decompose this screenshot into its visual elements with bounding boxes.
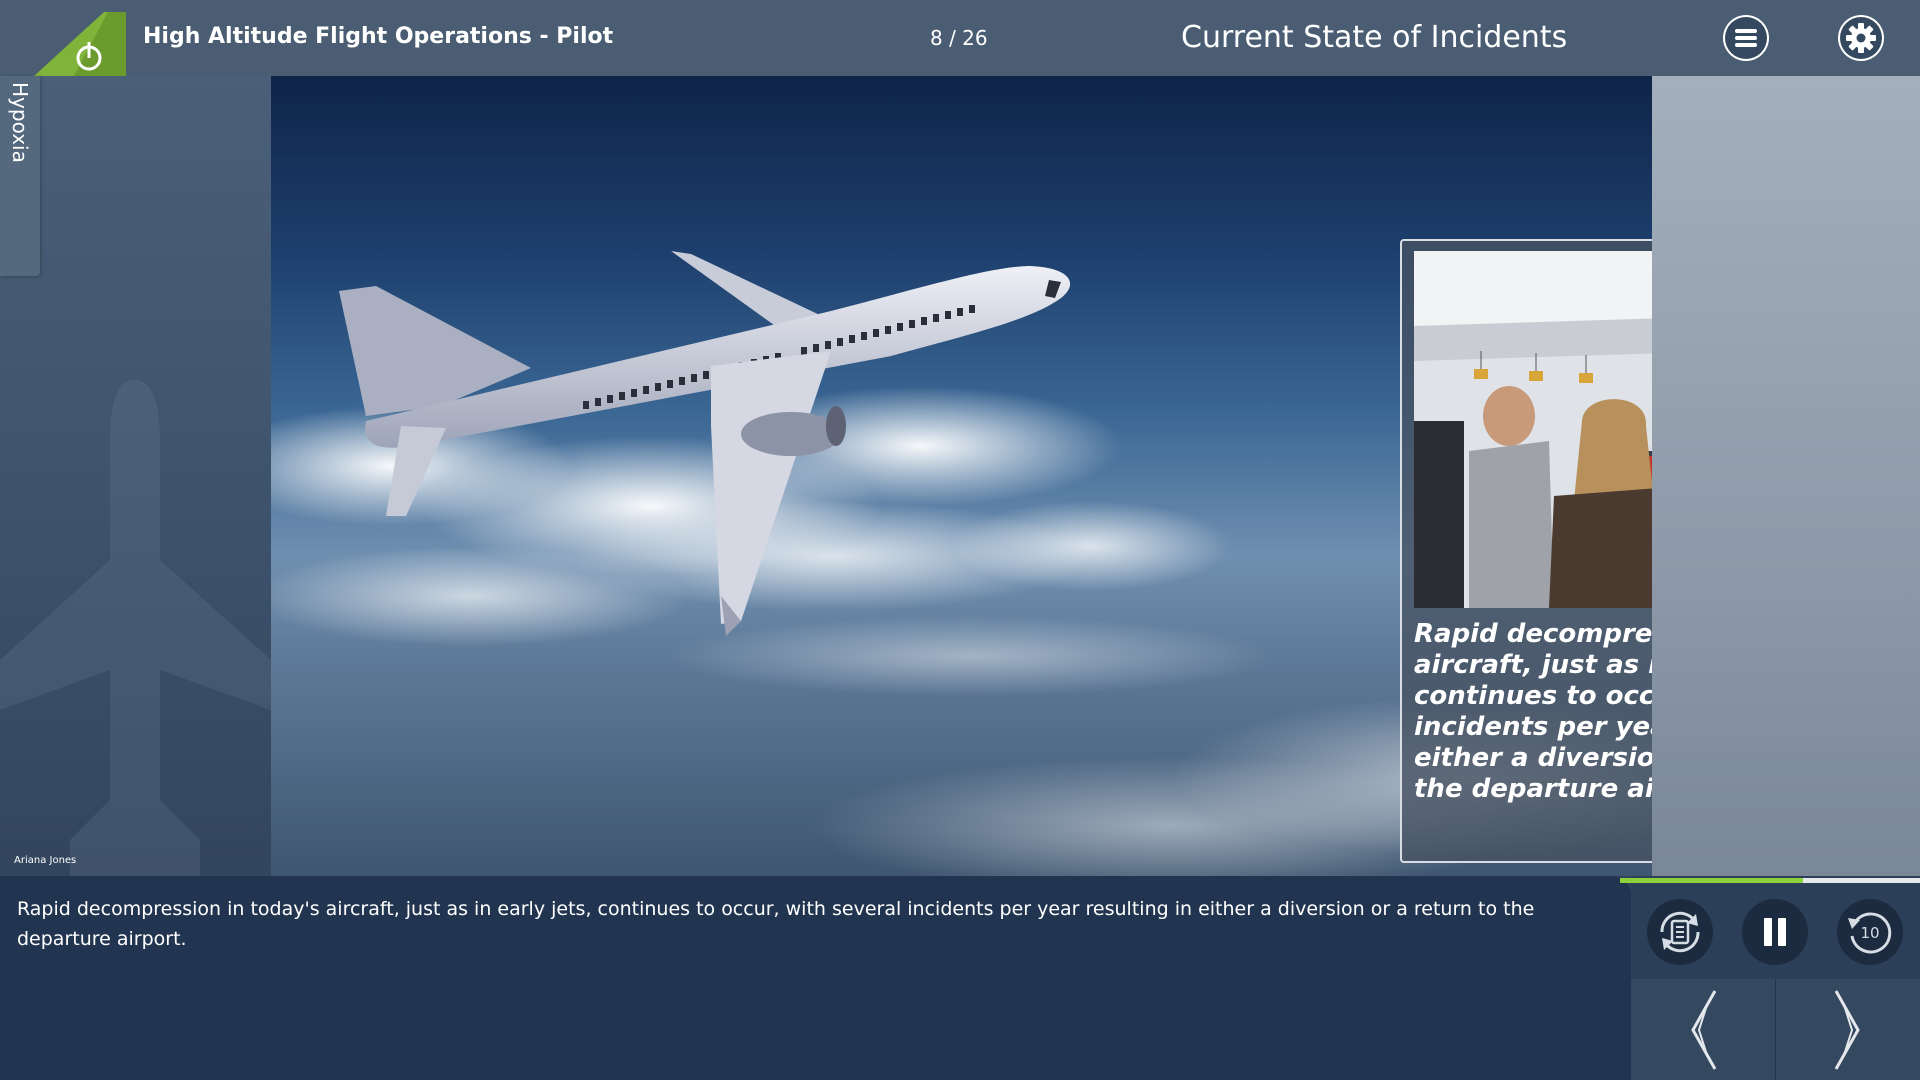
replay-seconds: 10 bbox=[1860, 924, 1879, 942]
course-logo-icon bbox=[34, 12, 126, 76]
menu-button[interactable] bbox=[1723, 15, 1769, 61]
transcript-text: Rapid decompression in today's aircraft,… bbox=[17, 898, 1535, 950]
menu-icon bbox=[1725, 17, 1767, 59]
top-bar: High Altitude Flight Operations - Pilot … bbox=[0, 0, 1920, 76]
pause-icon bbox=[1764, 918, 1786, 946]
card-caption: Rapid decompression in today's aircraft,… bbox=[1414, 619, 1652, 804]
transcript-panel: Rapid decompression in today's aircraft,… bbox=[0, 876, 1631, 1080]
pause-button[interactable] bbox=[1742, 899, 1808, 965]
hypoxia-tab-label: Hypoxia bbox=[8, 82, 32, 163]
cabin-scene bbox=[1414, 251, 1652, 608]
next-slide-button[interactable] bbox=[1776, 979, 1920, 1080]
previous-slide-button[interactable] bbox=[1631, 979, 1775, 1080]
chevron-left-icon bbox=[1691, 989, 1717, 1070]
progress-fill bbox=[1620, 878, 1803, 883]
transcript-toggle-button[interactable] bbox=[1647, 899, 1713, 965]
narrator-name: Ariana Jones bbox=[14, 855, 77, 866]
hypoxia-tab[interactable]: Hypoxia bbox=[0, 76, 40, 276]
progress-bar[interactable] bbox=[1620, 878, 1920, 883]
right-background-panel bbox=[1652, 76, 1920, 876]
info-card: Rapid decompression in today's aircraft,… bbox=[1400, 239, 1652, 863]
slide-stage: Rapid decompression in today's aircraft,… bbox=[271, 76, 1652, 876]
gear-icon bbox=[1840, 17, 1882, 59]
course-title: High Altitude Flight Operations - Pilot bbox=[143, 24, 614, 49]
plane-watermark-icon bbox=[0, 380, 271, 880]
slide-title: Current State of Incidents bbox=[1181, 20, 1568, 55]
chevron-right-icon bbox=[1834, 989, 1860, 1070]
page-counter: 8 / 26 bbox=[930, 26, 988, 50]
replay-10-icon: 10 bbox=[1848, 912, 1892, 954]
cabin-decompression-illustration bbox=[1414, 251, 1652, 608]
settings-button[interactable] bbox=[1838, 15, 1884, 61]
transcript-refresh-icon bbox=[1660, 911, 1700, 953]
replay-10-button[interactable]: 10 bbox=[1837, 899, 1903, 965]
